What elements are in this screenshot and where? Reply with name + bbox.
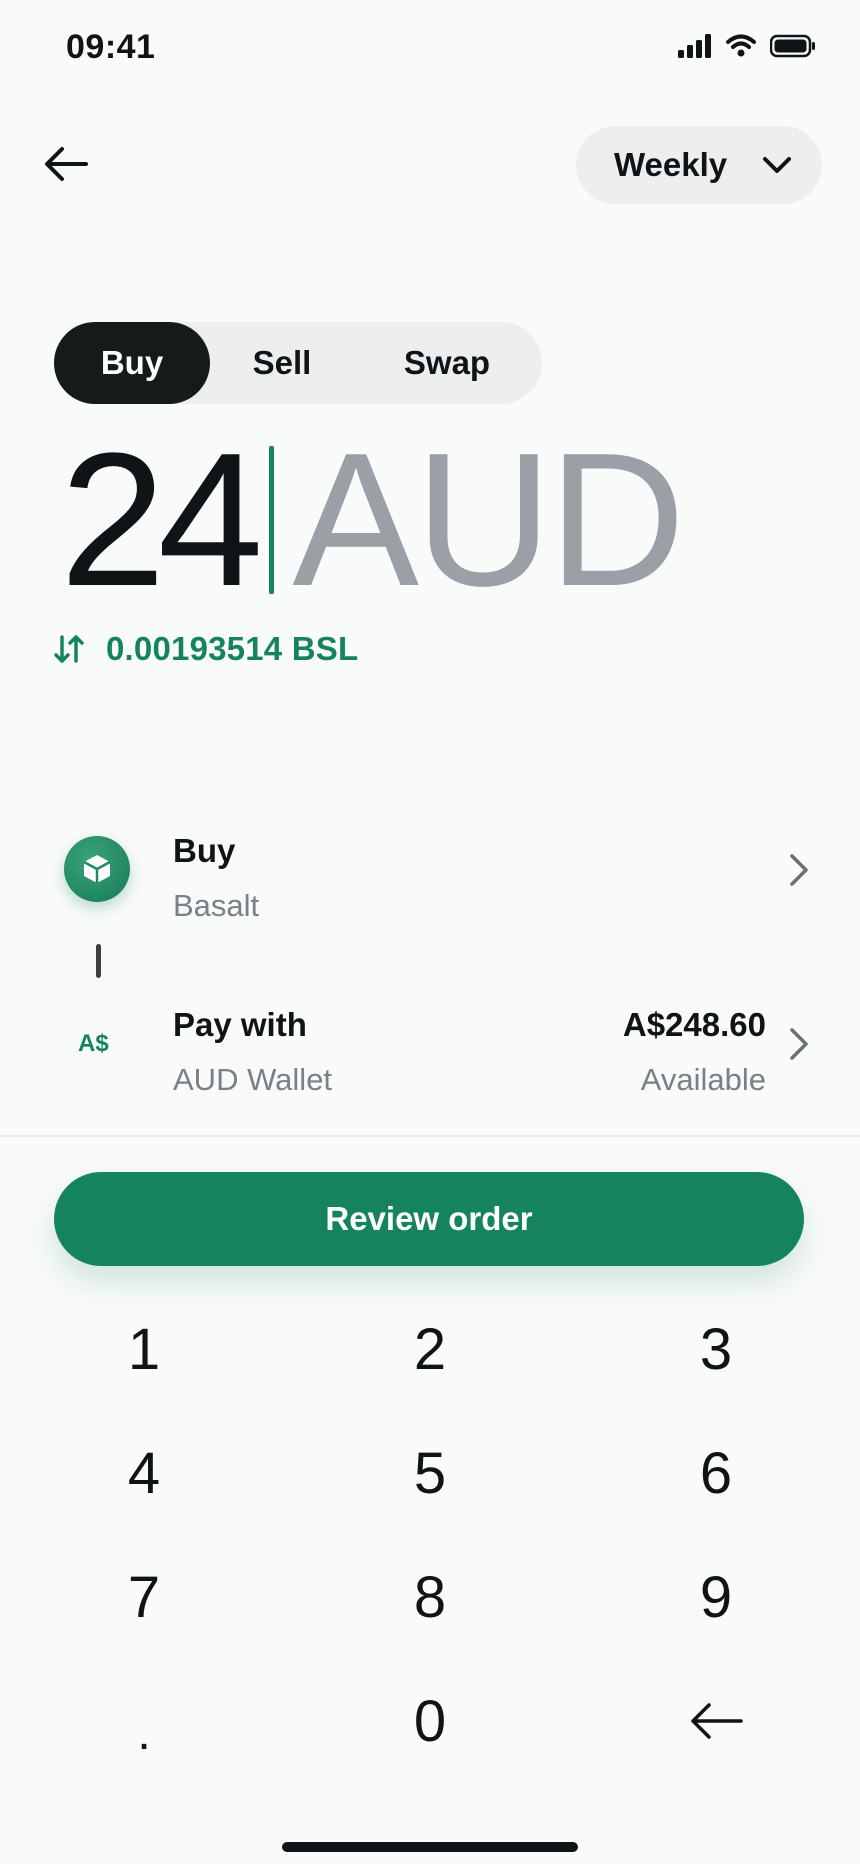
tab-swap[interactable]: Swap: [354, 322, 540, 404]
arrow-left-icon: [45, 147, 88, 181]
amount-currency: AUD: [292, 414, 685, 626]
conversion-value: 0.00193514 BSL: [106, 630, 359, 667]
wifi-icon: [726, 34, 756, 57]
tab-sell[interactable]: Sell: [214, 322, 350, 404]
status-icons: [678, 34, 816, 58]
chevron-right-icon: [788, 852, 810, 893]
asset-row[interactable]: Buy Basalt: [0, 826, 860, 936]
frequency-label: Weekly: [614, 146, 728, 183]
trade-type-tabs: Buy Sell Swap: [54, 322, 542, 404]
key-6[interactable]: 6: [616, 1418, 816, 1528]
signal-icon: [678, 34, 711, 58]
row-connector: [96, 944, 101, 978]
tab-buy[interactable]: Buy: [54, 322, 210, 404]
key-7[interactable]: 7: [44, 1542, 244, 1652]
key-8[interactable]: 8: [330, 1542, 530, 1652]
wallet-balance-label: Available: [640, 1062, 766, 1097]
key-1[interactable]: 1: [44, 1294, 244, 1404]
backspace-arrow-icon: [691, 1703, 743, 1739]
key-0[interactable]: 0: [330, 1666, 530, 1776]
chevron-down-icon: [763, 157, 791, 173]
back-button[interactable]: [38, 136, 94, 192]
status-time: 09:41: [66, 28, 156, 66]
battery-icon: [770, 34, 815, 58]
cube-icon: [64, 836, 130, 902]
key-5[interactable]: 5: [330, 1418, 530, 1528]
text-caret: [269, 446, 275, 594]
chevron-right-icon: [788, 1026, 810, 1067]
aud-wallet-icon: A$: [78, 1030, 109, 1057]
key-2[interactable]: 2: [330, 1294, 530, 1404]
home-indicator: [282, 1842, 578, 1852]
asset-row-subtitle: Basalt: [173, 888, 260, 923]
key-3[interactable]: 3: [616, 1294, 816, 1404]
review-order-button[interactable]: Review order: [54, 1172, 804, 1266]
swap-vertical-icon: [54, 635, 84, 663]
conversion-toggle[interactable]: 0.00193514 BSL: [54, 630, 358, 668]
key-9[interactable]: 9: [616, 1542, 816, 1652]
divider: [0, 1135, 860, 1137]
amount-value: 24: [60, 414, 263, 626]
payment-row-title: Pay with: [173, 1006, 307, 1043]
amount-display[interactable]: 24 AUD: [60, 414, 686, 626]
wallet-balance: A$248.60: [622, 1006, 766, 1043]
payment-method-row[interactable]: Pay with AUD Wallet A$248.60 Available: [0, 1000, 860, 1110]
key-backspace[interactable]: [616, 1666, 816, 1776]
frequency-dropdown[interactable]: Weekly: [576, 126, 822, 204]
key-decimal[interactable]: .: [44, 1666, 244, 1776]
key-4[interactable]: 4: [44, 1418, 244, 1528]
payment-row-subtitle: AUD Wallet: [173, 1062, 333, 1097]
asset-row-title: Buy: [173, 832, 236, 869]
